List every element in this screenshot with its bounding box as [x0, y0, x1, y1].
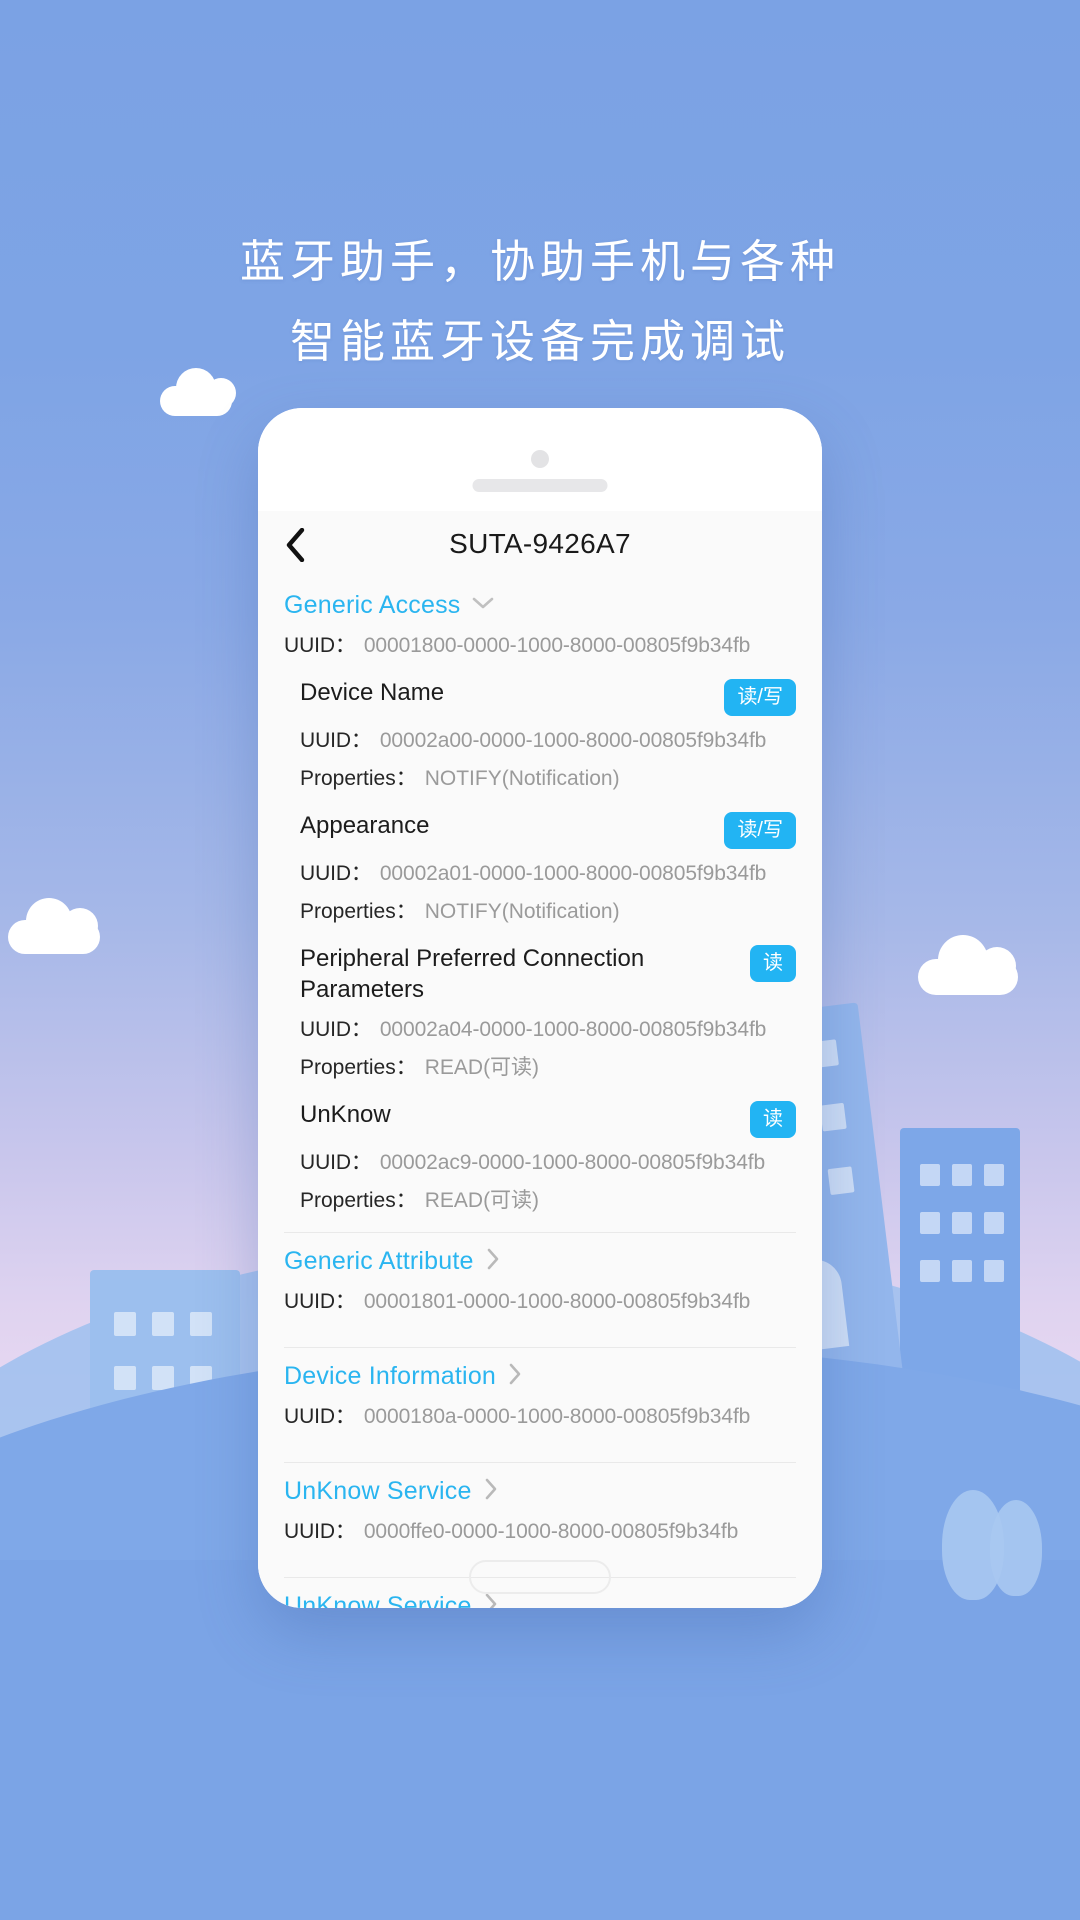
headline-line-1: 蓝牙助手，协助手机与各种: [239, 237, 840, 287]
chevron-right-icon: [486, 1248, 500, 1275]
service-header[interactable]: Device Information: [284, 1348, 796, 1391]
uuid-value: 00002a00-0000-1000-8000-00805f9b34fb: [379, 729, 767, 752]
service-name: Generic Attribute: [284, 1247, 474, 1275]
uuid-value: 0000ffe0-0000-1000-8000-00805f9b34fb: [363, 1520, 739, 1543]
characteristic-header: Appearance 读/写: [300, 810, 796, 849]
service-section: Generic Access UUID： 00001800-0000-1000-80…: [258, 577, 822, 1214]
characteristic-uuid-line: UUID： 00002a04-0000-1000-8000-00805f9b34f…: [300, 1013, 796, 1043]
service-section: Generic Attribute UUID： 00001801-0000-1000…: [258, 1233, 822, 1329]
characteristic-action-badge[interactable]: 读/写: [724, 679, 796, 716]
characteristic-properties-line: Properties： READ(可读): [300, 1184, 796, 1214]
uuid-label: UUID：: [300, 1151, 372, 1174]
properties-label: Properties：: [300, 900, 417, 923]
uuid-value: 00002ac9-0000-1000-8000-00805f9b34fb: [379, 1151, 766, 1174]
uuid-label: UUID：: [284, 1290, 356, 1313]
properties-value: NOTIFY(Notification): [424, 767, 620, 790]
chevron-down-icon: [472, 596, 494, 615]
characteristic-item[interactable]: Peripheral Preferred Connection Paramete…: [300, 925, 796, 1081]
properties-label: Properties：: [300, 767, 417, 790]
service-header[interactable]: UnKnow Service: [284, 1463, 796, 1506]
characteristic-properties-line: Properties： NOTIFY(Notification): [300, 895, 796, 925]
cloud-left: [8, 898, 118, 954]
service-name: Generic Access: [284, 591, 461, 619]
service-section: UnKnow Service UUID： 0000ffe0-0000-1000-80…: [258, 1463, 822, 1559]
uuid-value: 0000180a-0000-1000-8000-00805f9b34fb: [363, 1405, 751, 1428]
uuid-value: 00002a01-0000-1000-8000-00805f9b34fb: [379, 862, 767, 885]
service-list: Generic Access UUID： 00001800-0000-1000-80…: [258, 577, 822, 1608]
properties-value: READ(可读): [424, 1189, 540, 1212]
phone-mockup: SUTA-9426A7 Generic Access UUID： 00001800-…: [258, 408, 822, 1608]
chevron-right-icon: [484, 1478, 498, 1505]
service-uuid-line: UUID： 00001801-0000-1000-8000-00805f9b34f…: [284, 1285, 796, 1315]
uuid-label: UUID：: [284, 1405, 356, 1428]
service-name: UnKnow Service: [284, 1477, 472, 1505]
characteristic-list: Device Name 读/写 UUID： 00002a00-0000-1000-80…: [284, 659, 796, 1214]
service-uuid-line: UUID： 0000180a-0000-1000-8000-00805f9b34f…: [284, 1400, 796, 1430]
cloud-right: [918, 935, 1036, 995]
properties-label: Properties：: [300, 1189, 417, 1212]
navigation-bar: SUTA-9426A7: [258, 511, 822, 577]
characteristic-action-badge[interactable]: 读/写: [724, 812, 796, 849]
characteristic-name: UnKnow: [300, 1101, 391, 1128]
chevron-right-icon: [484, 1593, 498, 1608]
characteristic-uuid-line: UUID： 00002a00-0000-1000-8000-00805f9b34f…: [300, 724, 796, 754]
chevron-right-icon: [508, 1363, 522, 1390]
service-name: Device Information: [284, 1362, 497, 1390]
camera-icon: [531, 450, 549, 468]
properties-label: Properties：: [300, 1056, 417, 1079]
uuid-label: UUID：: [284, 1520, 356, 1543]
promo-screenshot: 蓝牙助手，协助手机与各种 智能蓝牙设备完成调试 SUTA-9426A7 Gene…: [0, 0, 1080, 1920]
ground: [0, 1560, 1080, 1920]
service-name: UnKnow Service: [284, 1592, 472, 1608]
characteristic-header: Peripheral Preferred Connection Paramete…: [300, 943, 796, 1005]
characteristic-item[interactable]: Device Name 读/写 UUID： 00002a00-0000-1000-80…: [300, 659, 796, 792]
phone-earpiece-area: [258, 408, 822, 511]
uuid-value: 00001800-0000-1000-8000-00805f9b34fb: [363, 634, 751, 657]
characteristic-properties-line: Properties： READ(可读): [300, 1051, 796, 1081]
uuid-label: UUID：: [300, 862, 372, 885]
characteristic-properties-line: Properties： NOTIFY(Notification): [300, 762, 796, 792]
characteristic-action-badge[interactable]: 读: [750, 1101, 796, 1138]
headline-line-2: 智能蓝牙设备完成调试: [289, 317, 790, 367]
service-uuid-line: UUID： 0000ffe0-0000-1000-8000-00805f9b34f…: [284, 1515, 796, 1545]
uuid-value: 00002a04-0000-1000-8000-00805f9b34fb: [379, 1018, 767, 1041]
characteristic-item[interactable]: Appearance 读/写 UUID： 00002a01-0000-1000-800…: [300, 792, 796, 925]
speaker-grille: [472, 479, 608, 492]
characteristic-name: Peripheral Preferred Connection Paramete…: [300, 945, 645, 1003]
home-indicator: [469, 1560, 611, 1594]
uuid-label: UUID：: [300, 1018, 372, 1041]
characteristic-uuid-line: UUID： 00002ac9-0000-1000-8000-00805f9b34f…: [300, 1146, 796, 1176]
service-uuid-line: UUID： 00001800-0000-1000-8000-00805f9b34f…: [284, 629, 796, 659]
properties-value: READ(可读): [424, 1056, 540, 1079]
uuid-label: UUID：: [300, 729, 372, 752]
properties-value: NOTIFY(Notification): [424, 900, 620, 923]
service-header[interactable]: Generic Access: [284, 577, 796, 620]
phone-screen: SUTA-9426A7 Generic Access UUID： 00001800-…: [258, 511, 822, 1608]
characteristic-action-badge[interactable]: 读: [750, 945, 796, 982]
headline: 蓝牙助手，协助手机与各种 智能蓝牙设备完成调试: [0, 222, 1080, 382]
characteristic-item[interactable]: UnKnow 读 UUID： 00002ac9-0000-1000-8000-0080…: [300, 1081, 796, 1214]
characteristic-uuid-line: UUID： 00002a01-0000-1000-8000-00805f9b34f…: [300, 857, 796, 887]
service-header[interactable]: Generic Attribute: [284, 1233, 796, 1276]
page-title: SUTA-9426A7: [449, 528, 631, 559]
uuid-label: UUID：: [284, 634, 356, 657]
characteristic-name: Device Name: [300, 679, 445, 706]
characteristic-header: UnKnow 读: [300, 1099, 796, 1138]
characteristic-header: Device Name 读/写: [300, 677, 796, 716]
tree-right: [990, 1500, 1042, 1596]
service-section: Device Information UUID： 0000180a-0000-100…: [258, 1348, 822, 1444]
characteristic-name: Appearance: [300, 812, 430, 839]
uuid-value: 00001801-0000-1000-8000-00805f9b34fb: [363, 1290, 751, 1313]
